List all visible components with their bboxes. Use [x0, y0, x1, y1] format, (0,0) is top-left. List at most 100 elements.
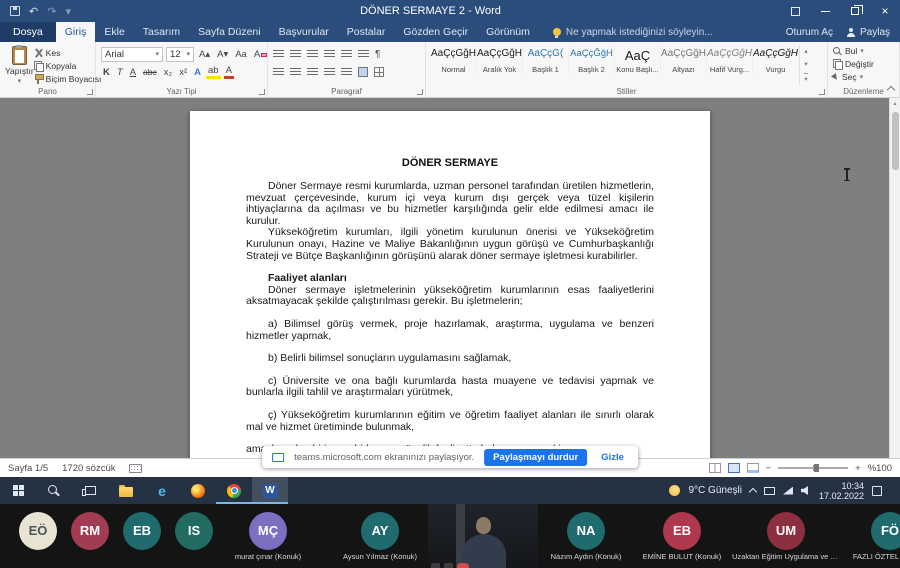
shrink-font-button[interactable]: A▾ — [215, 49, 230, 60]
ribbon-tab[interactable]: Dosya — [0, 22, 56, 42]
zoom-level[interactable]: %100 — [868, 463, 892, 474]
text-effects-button[interactable]: A — [192, 67, 203, 78]
action-center-icon[interactable] — [872, 486, 882, 496]
file-explorer-button[interactable] — [108, 477, 144, 504]
chrome-button[interactable] — [216, 477, 252, 504]
scroll-up-icon[interactable]: ▴ — [890, 98, 900, 107]
participant-tile[interactable]: IS — [168, 512, 220, 561]
scrollbar-thumb[interactable] — [892, 112, 899, 170]
justify-button[interactable] — [324, 68, 335, 77]
hide-button[interactable]: Gizle — [597, 449, 628, 466]
copy-button[interactable]: Kopyala — [34, 60, 102, 72]
zoom-out-button[interactable]: − — [766, 463, 772, 474]
participant-tile[interactable]: RM — [64, 512, 116, 561]
style-card[interactable]: AaÇçĞğHı Normal — [431, 45, 477, 74]
style-card[interactable]: AaÇçĞğH Hafif Vurg... — [707, 45, 753, 74]
ribbon-tab[interactable]: Giriş — [56, 22, 96, 42]
underline-button[interactable]: A — [128, 67, 138, 78]
strikethrough-button[interactable]: abc — [141, 67, 159, 77]
font-name-select[interactable]: Arial▾ — [101, 47, 163, 62]
zoom-in-button[interactable]: + — [855, 463, 861, 474]
subscript-button[interactable]: x₂ — [162, 67, 174, 78]
word-count[interactable]: 1720 sözcük — [62, 463, 115, 474]
select-button[interactable]: Seç▾ — [833, 71, 863, 83]
mic-icon[interactable] — [431, 563, 440, 568]
share-button[interactable]: Paylaş — [847, 27, 890, 38]
volume-tray-icon[interactable] — [801, 486, 811, 495]
participant-tile[interactable]: UM Uzaktan Eğitim Uygulama ve Araştır... — [730, 512, 842, 561]
weather-text[interactable]: 9°C Güneşli — [688, 485, 741, 496]
participant-tile[interactable]: AY Aysun Yılmaz (Konuk) — [332, 512, 428, 561]
zoom-slider[interactable] — [778, 467, 848, 469]
participant-tile[interactable]: EB — [116, 512, 168, 561]
shading-button[interactable] — [358, 67, 368, 77]
bold-button[interactable]: K — [101, 67, 112, 78]
minimize-button[interactable] — [810, 0, 840, 22]
edge-button[interactable]: e — [144, 477, 180, 504]
network-tray-icon[interactable] — [783, 487, 793, 495]
hangup-icon[interactable] — [457, 563, 469, 568]
participant-tile[interactable]: EÖ — [12, 512, 64, 561]
italic-button[interactable]: T — [115, 67, 125, 78]
tray-chevron-up-icon[interactable] — [749, 488, 757, 496]
start-button[interactable] — [0, 477, 36, 504]
change-case-button[interactable]: Aa — [233, 49, 249, 60]
close-button[interactable]: × — [870, 0, 900, 22]
restore-button[interactable] — [840, 0, 870, 22]
style-card[interactable]: AaÇçĞ( Başlık 1 — [523, 45, 569, 74]
word-taskbar-button[interactable]: W — [252, 477, 288, 504]
gallery-up-icon[interactable]: ▴ — [804, 47, 807, 55]
dialog-launcher-icon[interactable] — [819, 89, 825, 95]
superscript-button[interactable]: x² — [177, 67, 189, 78]
weather-icon[interactable] — [669, 485, 680, 496]
ribbon-tab[interactable]: Sayfa Düzeni — [189, 22, 269, 42]
bullets-button[interactable] — [273, 50, 284, 59]
show-formatting-marks-button[interactable]: ¶ — [375, 49, 380, 60]
increase-indent-button[interactable] — [341, 50, 352, 59]
gallery-more-icon[interactable]: ▾ — [804, 73, 807, 83]
participant-tile[interactable]: EB EMİNE BULUT (Konuk) — [634, 512, 730, 561]
find-button[interactable]: Bul▾ — [833, 45, 864, 57]
font-color-button[interactable]: A — [224, 66, 234, 79]
zoom-slider-thumb[interactable] — [814, 464, 819, 472]
firefox-button[interactable] — [180, 477, 216, 504]
display-tray-icon[interactable] — [764, 487, 775, 495]
numbering-button[interactable] — [290, 50, 301, 59]
redo-icon[interactable]: ↷ — [47, 5, 56, 18]
read-mode-button[interactable] — [709, 463, 721, 473]
replace-button[interactable]: Değiştir — [833, 58, 874, 70]
ribbon-tab[interactable]: Başvurular — [270, 22, 338, 42]
dialog-launcher-icon[interactable] — [87, 89, 93, 95]
format-painter-button[interactable]: Biçim Boyacısı — [34, 73, 102, 85]
ribbon-tab[interactable]: Görünüm — [477, 22, 539, 42]
page-indicator[interactable]: Sayfa 1/5 — [8, 463, 48, 474]
style-card[interactable]: AaÇçĞğH Vurgu — [753, 45, 799, 74]
highlight-color-button[interactable]: ab — [206, 66, 221, 79]
dialog-launcher-icon[interactable] — [259, 89, 265, 95]
meeting-controls[interactable] — [431, 563, 469, 568]
decrease-indent-button[interactable] — [324, 50, 335, 59]
ribbon-tab[interactable]: Postalar — [338, 22, 395, 42]
style-card[interactable]: AaÇçĞğH Altyazı — [661, 45, 707, 74]
web-layout-button[interactable] — [747, 463, 759, 473]
participant-tile[interactable]: NA Nazım Aydın (Konuk) — [538, 512, 634, 561]
paste-button[interactable]: Yapıştır ▾ — [5, 45, 34, 85]
participant-tile[interactable]: MÇ murat çınar (Konuk) — [220, 512, 316, 561]
multilevel-list-button[interactable] — [307, 50, 318, 59]
style-card[interactable]: AaÇçĞğHı Aralık Yok — [477, 45, 523, 74]
cut-button[interactable]: Kes — [34, 47, 102, 59]
save-icon[interactable] — [10, 6, 20, 16]
line-spacing-button[interactable] — [341, 68, 352, 77]
align-left-button[interactable] — [273, 68, 284, 77]
ribbon-tab[interactable]: Gözden Geçir — [394, 22, 477, 42]
style-card[interactable]: AaÇ Konu Başlı... — [615, 45, 661, 74]
align-center-button[interactable] — [290, 68, 301, 77]
taskbar-clock[interactable]: 10:34 17.02.2022 — [819, 481, 864, 501]
taskbar-search-button[interactable] — [36, 477, 72, 504]
style-card[interactable]: AaÇçĞğH Başlık 2 — [569, 45, 615, 74]
sort-button[interactable] — [358, 50, 369, 59]
tell-me-box[interactable]: Ne yapmak istediğinizi söyleyin... — [553, 22, 713, 42]
qat-dropdown-icon[interactable]: ▾ — [65, 5, 71, 18]
ribbon-display-options-button[interactable] — [780, 0, 810, 22]
borders-button[interactable] — [374, 67, 384, 77]
